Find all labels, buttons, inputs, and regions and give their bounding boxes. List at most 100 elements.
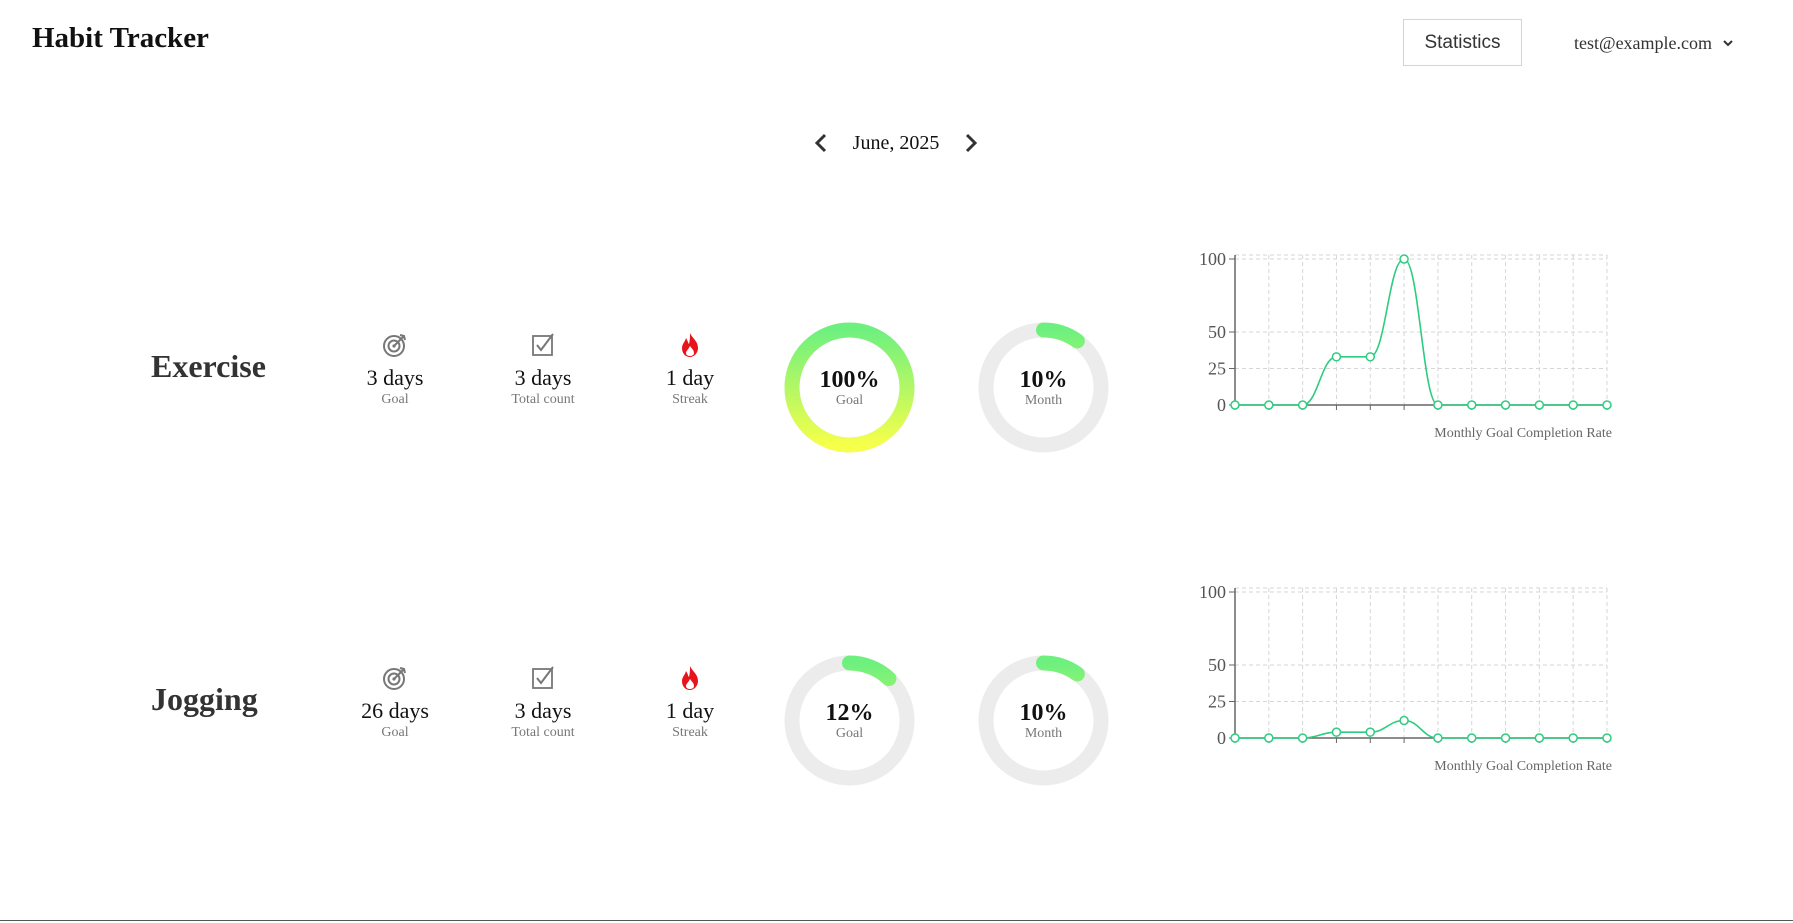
goal-progress-ring: 100% Goal <box>782 320 917 455</box>
data-point <box>1297 400 1308 410</box>
completion-rate-chart: 02550100123456789101112 <box>1199 582 1616 745</box>
habit-row-exercise: Exercise 3 days Goal 3 days Total count 1 day… <box>0 212 1793 512</box>
y-tick-label: 25 <box>1208 692 1226 712</box>
data-point <box>1500 733 1511 743</box>
goal-progress-ring-label: Goal <box>835 725 864 741</box>
data-point <box>1602 400 1612 410</box>
y-tick-label: 0 <box>1217 395 1226 412</box>
x-tick-label: 11 <box>1565 744 1582 745</box>
data-point <box>1399 715 1409 726</box>
data-point <box>1466 733 1477 743</box>
goal-stat-label: Goal <box>381 725 409 740</box>
previous-month-button[interactable] <box>810 130 832 156</box>
series-line <box>1235 719 1607 739</box>
streak-stat-label: Streak <box>672 392 708 407</box>
y-tick-label: 50 <box>1208 655 1226 675</box>
goal-stat-icon-wrap <box>340 330 450 360</box>
y-tick-label: 25 <box>1208 359 1226 379</box>
data-point <box>1365 727 1376 737</box>
data-point <box>1230 400 1240 410</box>
streak-stat-icon-wrap <box>635 663 745 693</box>
x-tick-label: 10 <box>1530 744 1548 745</box>
goal-progress-ring-text: 100% Goal <box>782 320 917 455</box>
user-menu[interactable]: test@example.com <box>1574 31 1734 55</box>
x-tick-label: 1 <box>1231 744 1240 745</box>
streak-stat-icon-wrap <box>635 330 745 360</box>
goal-progress-ring-label: Goal <box>835 392 864 408</box>
data-point <box>1466 400 1477 410</box>
next-month-button[interactable] <box>960 130 982 156</box>
goal-progress-ring-value: 100% <box>819 366 880 393</box>
data-point <box>1264 733 1274 743</box>
x-tick-label: 8 <box>1467 744 1476 745</box>
flame-icon <box>682 333 698 357</box>
total-count-stat-icon-wrap <box>488 330 598 360</box>
data-point <box>1568 733 1578 743</box>
data-point <box>1534 733 1545 743</box>
month-progress-ring-text: 10% Month <box>976 653 1111 788</box>
x-tick-label: 5 <box>1366 411 1375 412</box>
month-progress-ring-text: 10% Month <box>976 320 1111 455</box>
checkbox-icon <box>532 666 554 689</box>
y-tick-label: 50 <box>1208 322 1226 342</box>
y-tick-label: 0 <box>1217 728 1226 745</box>
month-progress-ring-value: 10% <box>1019 366 1068 393</box>
user-email: test@example.com <box>1574 32 1713 53</box>
data-point <box>1264 400 1274 410</box>
habit-name[interactable]: Jogging <box>151 681 258 718</box>
streak-stat: 1 day Streak <box>635 330 745 408</box>
data-point <box>1365 352 1376 362</box>
goal-stat: 26 days Goal <box>340 663 450 741</box>
goal-stat-value: 26 days <box>361 698 429 723</box>
x-tick-label: 6 <box>1400 744 1409 745</box>
x-tick-label: 4 <box>1332 411 1341 412</box>
target-icon <box>383 334 406 357</box>
x-tick-label: 11 <box>1565 411 1582 412</box>
x-tick-label: 4 <box>1332 744 1341 745</box>
chart-caption: Monthly Goal Completion Rate <box>1434 759 1612 774</box>
month-progress-ring-label: Month <box>1024 725 1063 741</box>
x-tick-label: 3 <box>1298 411 1307 412</box>
section-divider <box>0 920 1793 921</box>
chevron-right-icon <box>965 133 978 153</box>
x-tick-label: 3 <box>1298 744 1307 745</box>
data-point <box>1331 727 1342 737</box>
data-point <box>1602 733 1612 743</box>
goal-progress-ring: 12% Goal <box>782 653 917 788</box>
data-point <box>1433 400 1443 410</box>
flame-icon <box>682 666 698 690</box>
total-count-stat: 3 days Total count <box>488 663 598 741</box>
month-progress-ring: 10% Month <box>976 653 1111 788</box>
x-tick-label: 12 <box>1598 744 1616 745</box>
app-title: Habit Tracker <box>32 22 209 54</box>
target-icon <box>383 667 406 690</box>
y-tick-label: 100 <box>1199 249 1226 269</box>
x-tick-label: 10 <box>1530 411 1548 412</box>
data-point <box>1230 733 1240 743</box>
month-progress-ring-label: Month <box>1024 392 1063 408</box>
goal-stat-label: Goal <box>381 392 409 407</box>
completion-rate-chart: 02550100123456789101112 <box>1199 249 1616 412</box>
data-point <box>1534 400 1545 410</box>
total-count-stat-value: 3 days <box>514 365 572 390</box>
x-tick-label: 6 <box>1400 411 1409 412</box>
goal-stat-icon-wrap <box>340 663 450 693</box>
x-tick-label: 1 <box>1231 411 1240 412</box>
month-navigation: June, 2025 <box>810 128 982 158</box>
x-tick-label: 5 <box>1366 744 1375 745</box>
habit-name[interactable]: Exercise <box>151 348 266 385</box>
data-point <box>1568 400 1578 410</box>
streak-stat-value: 1 day <box>665 365 715 390</box>
streak-stat: 1 day Streak <box>635 663 745 741</box>
statistics-button[interactable]: Statistics <box>1403 19 1522 66</box>
goal-stat: 3 days Goal <box>340 330 450 408</box>
total-count-stat-icon-wrap <box>488 663 598 693</box>
checkbox-icon <box>532 333 554 356</box>
x-tick-label: 8 <box>1467 411 1476 412</box>
data-point <box>1399 254 1409 264</box>
x-tick-label: 2 <box>1264 744 1273 745</box>
goal-progress-ring-value: 12% <box>825 699 874 726</box>
data-point <box>1433 733 1443 743</box>
x-tick-label: 12 <box>1598 411 1616 412</box>
y-tick-label: 100 <box>1199 582 1226 602</box>
